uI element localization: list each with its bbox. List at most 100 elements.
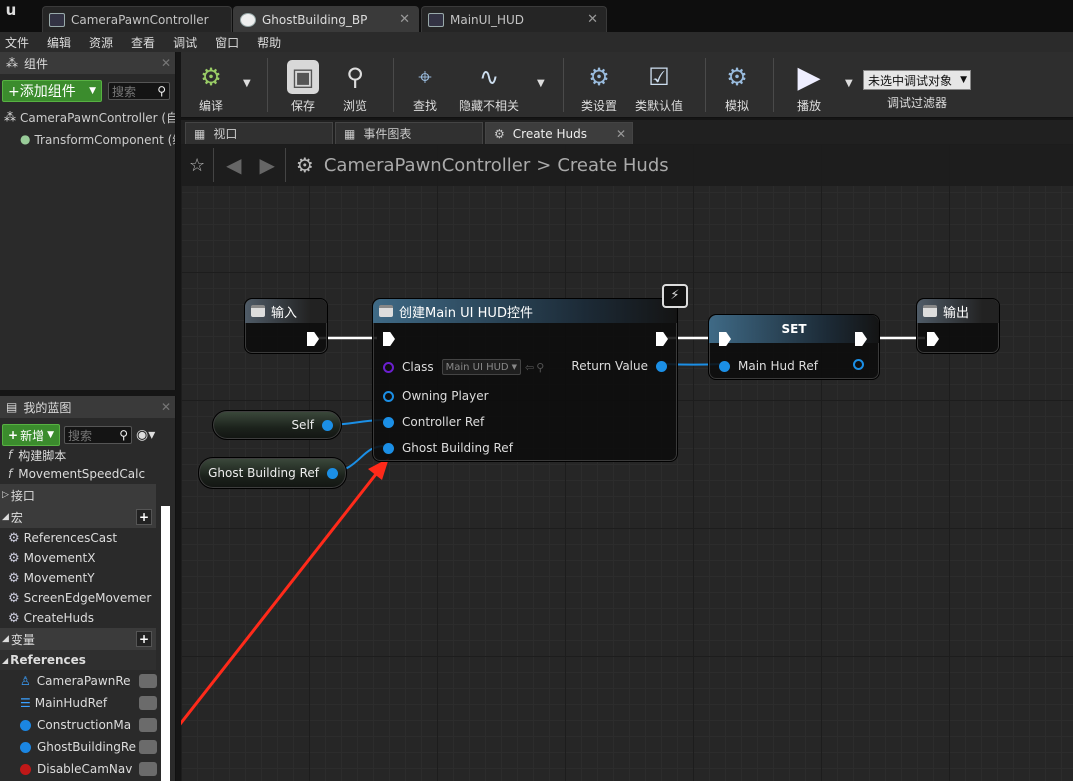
tab-event-graph[interactable]: ▦ 事件图表 (335, 122, 483, 144)
component-transform[interactable]: ● TransformComponent (继 (0, 128, 175, 150)
blueprint-graph[interactable]: ☆ ◀ ▶ ⚙ CameraPawnController > Create Hu… (181, 144, 1073, 781)
hide-options-icon[interactable]: ▼ (537, 78, 545, 89)
menu-window[interactable]: 窗口 (215, 34, 239, 51)
doc-tab-main-ui-hud[interactable]: MainUI_HUD ✕ (421, 6, 607, 32)
book-icon: ▤ (6, 400, 18, 414)
pin-label: Owning Player (402, 389, 489, 403)
variables-category[interactable]: ◢ 变量 + (0, 628, 156, 650)
scrollbar[interactable] (161, 506, 170, 781)
ghost-building-ref-pin[interactable] (383, 442, 394, 454)
macros-category[interactable]: ◢ 宏 + (0, 506, 156, 528)
visibility-toggle[interactable] (139, 740, 157, 754)
add-macro-button[interactable]: + (136, 509, 152, 525)
visibility-toggle[interactable] (139, 762, 157, 776)
close-icon[interactable]: ✕ (399, 12, 410, 27)
macro-item[interactable]: ⚙ CreateHuds (0, 608, 175, 628)
ghost-building-ref-node[interactable]: Ghost Building Ref (198, 457, 347, 489)
hide-unrelated-button[interactable]: ∿ 隐藏不相关 (453, 56, 525, 114)
search-placeholder: 搜索 (68, 428, 93, 443)
create-widget-node[interactable]: 创建Main UI HUD控件 Class Main UI HUD ▼ ⇦ ⚲ … (372, 298, 678, 462)
simulate-label: 模拟 (724, 99, 749, 113)
play-button[interactable]: ▶ 播放 (779, 56, 839, 114)
find-button[interactable]: ⌖ 查找 (395, 56, 455, 114)
references-subcategory[interactable]: ◢ References (0, 650, 156, 670)
exec-out-pin[interactable] (656, 332, 668, 346)
class-settings-button[interactable]: ⚙ 类设置 (569, 56, 629, 114)
self-pin[interactable] (322, 419, 333, 431)
add-component-label: +添加组件 (8, 84, 76, 100)
class-defaults-button[interactable]: ☑ 类默认值 (629, 56, 689, 114)
owning-player-pin[interactable] (383, 390, 394, 402)
use-selected-icon[interactable]: ⇦ (525, 361, 534, 374)
widget-icon (428, 12, 444, 27)
simulate-button[interactable]: ⚙ 模拟 (707, 56, 767, 114)
variable-item[interactable]: ConstructionMa (0, 714, 175, 736)
exec-in-pin[interactable] (927, 332, 939, 346)
add-variable-button[interactable]: + (136, 631, 152, 647)
toolbar-separator (705, 58, 706, 112)
variable-item[interactable]: ☰ MainHudRef (0, 692, 175, 714)
class-pin[interactable] (383, 361, 394, 373)
node-title: SET (781, 322, 807, 336)
new-button[interactable]: + 新增 ▼ (2, 424, 60, 446)
components-search-input[interactable]: 搜索 ⚲ (108, 82, 170, 100)
visibility-toggle[interactable] (139, 674, 157, 688)
close-icon[interactable]: ✕ (587, 12, 598, 27)
return-value-pin[interactable] (656, 360, 667, 372)
doc-tab-camera-pawn-controller[interactable]: CameraPawnController (42, 6, 232, 32)
interface-category[interactable]: ▷ 接口 (0, 484, 156, 506)
doc-tab-ghost-building[interactable]: GhostBuilding_BP ✕ (233, 6, 419, 32)
ghost-building-ref-out-pin[interactable] (327, 467, 338, 479)
browse-icon[interactable]: ⚲ (536, 361, 544, 374)
main-hud-ref-out-pin[interactable] (853, 359, 864, 370)
debug-select-label: 未选中调试对象 (868, 73, 953, 88)
menu-file[interactable]: 文件 (5, 34, 29, 51)
exec-in-pin[interactable] (383, 332, 395, 346)
controller-ref-pin[interactable] (383, 416, 394, 428)
component-root[interactable]: ⁂ CameraPawnController (自 (0, 106, 175, 128)
visibility-toggle[interactable] (139, 696, 157, 710)
construction-script-item[interactable]: f 构建脚本 (0, 446, 175, 464)
blueprint-search-input[interactable]: 搜索 ⚲ (64, 426, 132, 444)
close-icon[interactable]: ✕ (616, 127, 626, 141)
set-node[interactable]: SET Main Hud Ref (708, 314, 880, 380)
close-icon[interactable]: ✕ (161, 400, 171, 414)
browse-button[interactable]: ⚲ 浏览 (325, 56, 385, 114)
input-node[interactable]: 输入 (244, 298, 328, 354)
variable-item[interactable]: ♙ CameraPawnRe (0, 670, 175, 692)
macro-item[interactable]: ⚙ ScreenEdgeMovemer (0, 588, 175, 608)
item-label: CreateHuds (23, 611, 95, 625)
save-button[interactable]: ▣ 保存 (273, 56, 333, 114)
main-hud-ref-in-pin[interactable] (719, 360, 730, 372)
output-node[interactable]: 输出 (916, 298, 1000, 354)
variable-item[interactable]: GhostBuildingRe (0, 736, 175, 758)
macro-item[interactable]: ⚙ MovementY (0, 568, 175, 588)
menu-asset[interactable]: 资源 (89, 34, 113, 51)
class-select[interactable]: Main UI HUD ▼ (441, 359, 522, 375)
pin-label: Ghost Building Ref (402, 441, 513, 455)
variable-item[interactable]: DisableCamNav (0, 758, 175, 780)
compile-button[interactable]: ⚙ 编译 (181, 56, 241, 114)
item-label: GhostBuildingRe (37, 740, 137, 754)
menu-help[interactable]: 帮助 (257, 34, 281, 51)
eye-icon[interactable]: ◉▾ (136, 427, 155, 443)
self-node[interactable]: Self (212, 410, 342, 440)
debug-object-select[interactable]: 未选中调试对象 ▼ (863, 70, 971, 90)
compile-options-icon[interactable]: ▼ (243, 78, 251, 89)
menu-edit[interactable]: 编辑 (47, 34, 71, 51)
tab-viewport[interactable]: ▦ 视口 (185, 122, 333, 144)
graph-icon: ▦ (344, 126, 356, 141)
add-component-button[interactable]: +添加组件 ▼ (2, 80, 102, 102)
close-icon[interactable]: ✕ (161, 56, 171, 70)
dropdown-icon: ▼ (47, 430, 54, 440)
tab-create-huds[interactable]: ⚙ Create Huds ✕ (485, 122, 633, 144)
menu-view[interactable]: 查看 (131, 34, 155, 51)
play-options-icon[interactable]: ▼ (845, 78, 853, 89)
macro-item[interactable]: ⚙ MovementX (0, 548, 175, 568)
visibility-toggle[interactable] (139, 718, 157, 732)
menu-debug[interactable]: 调试 (173, 34, 197, 51)
exec-out-pin[interactable] (307, 332, 319, 346)
node-label: Ghost Building Ref (208, 466, 319, 480)
function-item[interactable]: f MovementSpeedCalc (0, 464, 175, 484)
macro-item[interactable]: ⚙ ReferencesCast (0, 528, 175, 548)
